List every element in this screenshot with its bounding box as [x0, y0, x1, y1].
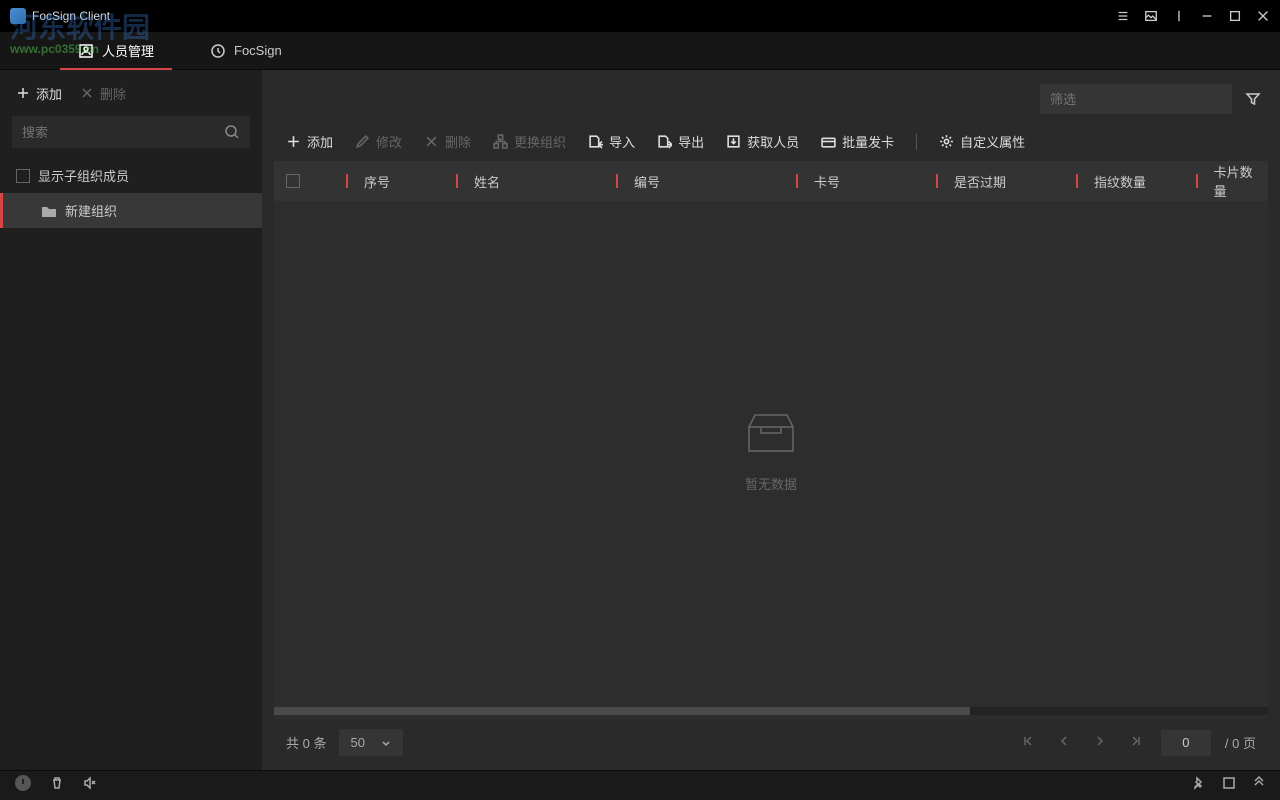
- prev-page-button[interactable]: [1053, 730, 1075, 755]
- toolbar: 添加 修改 删除 更换组织 导入 导出 获取人员 批量发卡 自定义属性: [274, 122, 1268, 161]
- maximize-icon[interactable]: [1228, 9, 1242, 23]
- th-name[interactable]: 姓名: [444, 172, 604, 191]
- plus-icon: [286, 134, 301, 149]
- expand-up-icon[interactable]: [1252, 776, 1266, 795]
- export-button[interactable]: 导出: [657, 132, 704, 151]
- gear-icon: [939, 134, 954, 149]
- tab-focsign-label: FocSign: [234, 43, 282, 58]
- toolbar-separator: [916, 134, 917, 150]
- tab-focsign[interactable]: FocSign: [192, 32, 300, 70]
- trash-icon[interactable]: [50, 776, 64, 795]
- checkbox[interactable]: [16, 169, 30, 183]
- plus-icon: [16, 86, 30, 100]
- delete-button[interactable]: 删除: [424, 132, 471, 151]
- chevron-down-icon: [381, 738, 391, 748]
- next-page-button[interactable]: [1089, 730, 1111, 755]
- window-icon[interactable]: [1222, 776, 1236, 795]
- th-card[interactable]: 卡号: [784, 172, 924, 191]
- download-icon: [726, 134, 741, 149]
- th-checkbox[interactable]: [274, 174, 334, 188]
- org-tree: 显示子组织成员 新建组织: [0, 158, 262, 770]
- content-area: 添加 修改 删除 更换组织 导入 导出 获取人员 批量发卡 自定义属性 序号 姓…: [262, 70, 1280, 770]
- image-icon[interactable]: [1144, 9, 1158, 23]
- divider-icon: [1172, 9, 1186, 23]
- select-all-checkbox[interactable]: [286, 174, 300, 188]
- show-sub-org-toggle[interactable]: 显示子组织成员: [0, 158, 262, 193]
- card-icon: [821, 134, 836, 149]
- filter-button[interactable]: [1238, 84, 1268, 114]
- close-icon[interactable]: [1256, 9, 1270, 23]
- funnel-icon: [1245, 91, 1261, 107]
- export-icon: [657, 134, 672, 149]
- sidebar: 添加 删除 显示子组织成员 新建组织: [0, 70, 262, 770]
- list-icon[interactable]: [1116, 9, 1130, 23]
- page-input[interactable]: [1161, 730, 1211, 756]
- table: 序号 姓名 编号 卡号 是否过期 指纹数量 卡片数量 暂无数据: [274, 161, 1268, 719]
- tab-personnel-label: 人员管理: [102, 41, 154, 60]
- filter-input[interactable]: [1040, 84, 1232, 114]
- change-org-button[interactable]: 更换组织: [493, 132, 566, 151]
- search-box[interactable]: [12, 116, 250, 148]
- page-size-select[interactable]: 50: [339, 729, 403, 756]
- mute-icon[interactable]: [82, 776, 96, 795]
- search-icon[interactable]: [224, 124, 240, 140]
- tree-item-new-org[interactable]: 新建组织: [0, 193, 262, 228]
- empty-box-icon: [741, 411, 801, 460]
- th-cardcount[interactable]: 卡片数量: [1184, 162, 1268, 200]
- page-total: / 0 页: [1225, 733, 1256, 752]
- th-number[interactable]: 编号: [604, 172, 784, 191]
- focsign-icon: [210, 43, 226, 59]
- edit-icon: [355, 134, 370, 149]
- x-icon: [424, 134, 439, 149]
- table-body: 暂无数据: [274, 201, 1268, 703]
- org-icon: [493, 134, 508, 149]
- sidebar-add-button[interactable]: 添加: [16, 84, 62, 103]
- first-page-button[interactable]: [1017, 730, 1039, 755]
- horizontal-scrollbar[interactable]: [274, 707, 1268, 715]
- empty-text: 暂无数据: [745, 474, 797, 493]
- titlebar: FocSign Client: [0, 0, 1280, 32]
- search-input[interactable]: [22, 125, 224, 140]
- import-icon: [588, 134, 603, 149]
- app-title: FocSign Client: [32, 9, 110, 23]
- modify-button[interactable]: 修改: [355, 132, 402, 151]
- minimize-icon[interactable]: [1200, 9, 1214, 23]
- tab-personnel[interactable]: 人员管理: [60, 32, 172, 70]
- alert-icon[interactable]: [14, 774, 32, 797]
- x-icon: [80, 86, 94, 100]
- folder-icon: [41, 204, 57, 218]
- app-icon: [10, 8, 26, 24]
- get-person-button[interactable]: 获取人员: [726, 132, 799, 151]
- th-index[interactable]: 序号: [334, 172, 444, 191]
- topbar: 人员管理 FocSign: [0, 32, 1280, 70]
- statusbar: [0, 770, 1280, 800]
- import-button[interactable]: 导入: [588, 132, 635, 151]
- sidebar-delete-button[interactable]: 删除: [80, 84, 126, 103]
- batch-card-button[interactable]: 批量发卡: [821, 132, 894, 151]
- pagination: 共 0 条 50 / 0 页: [274, 719, 1268, 770]
- th-fingerprint[interactable]: 指纹数量: [1064, 172, 1184, 191]
- last-page-button[interactable]: [1125, 730, 1147, 755]
- total-label: 共 0 条: [286, 733, 327, 752]
- table-header: 序号 姓名 编号 卡号 是否过期 指纹数量 卡片数量: [274, 161, 1268, 201]
- th-expired[interactable]: 是否过期: [924, 172, 1064, 191]
- personnel-icon: [78, 43, 94, 59]
- pin-icon[interactable]: [1192, 776, 1206, 795]
- add-button[interactable]: 添加: [286, 132, 333, 151]
- custom-attr-button[interactable]: 自定义属性: [939, 132, 1025, 151]
